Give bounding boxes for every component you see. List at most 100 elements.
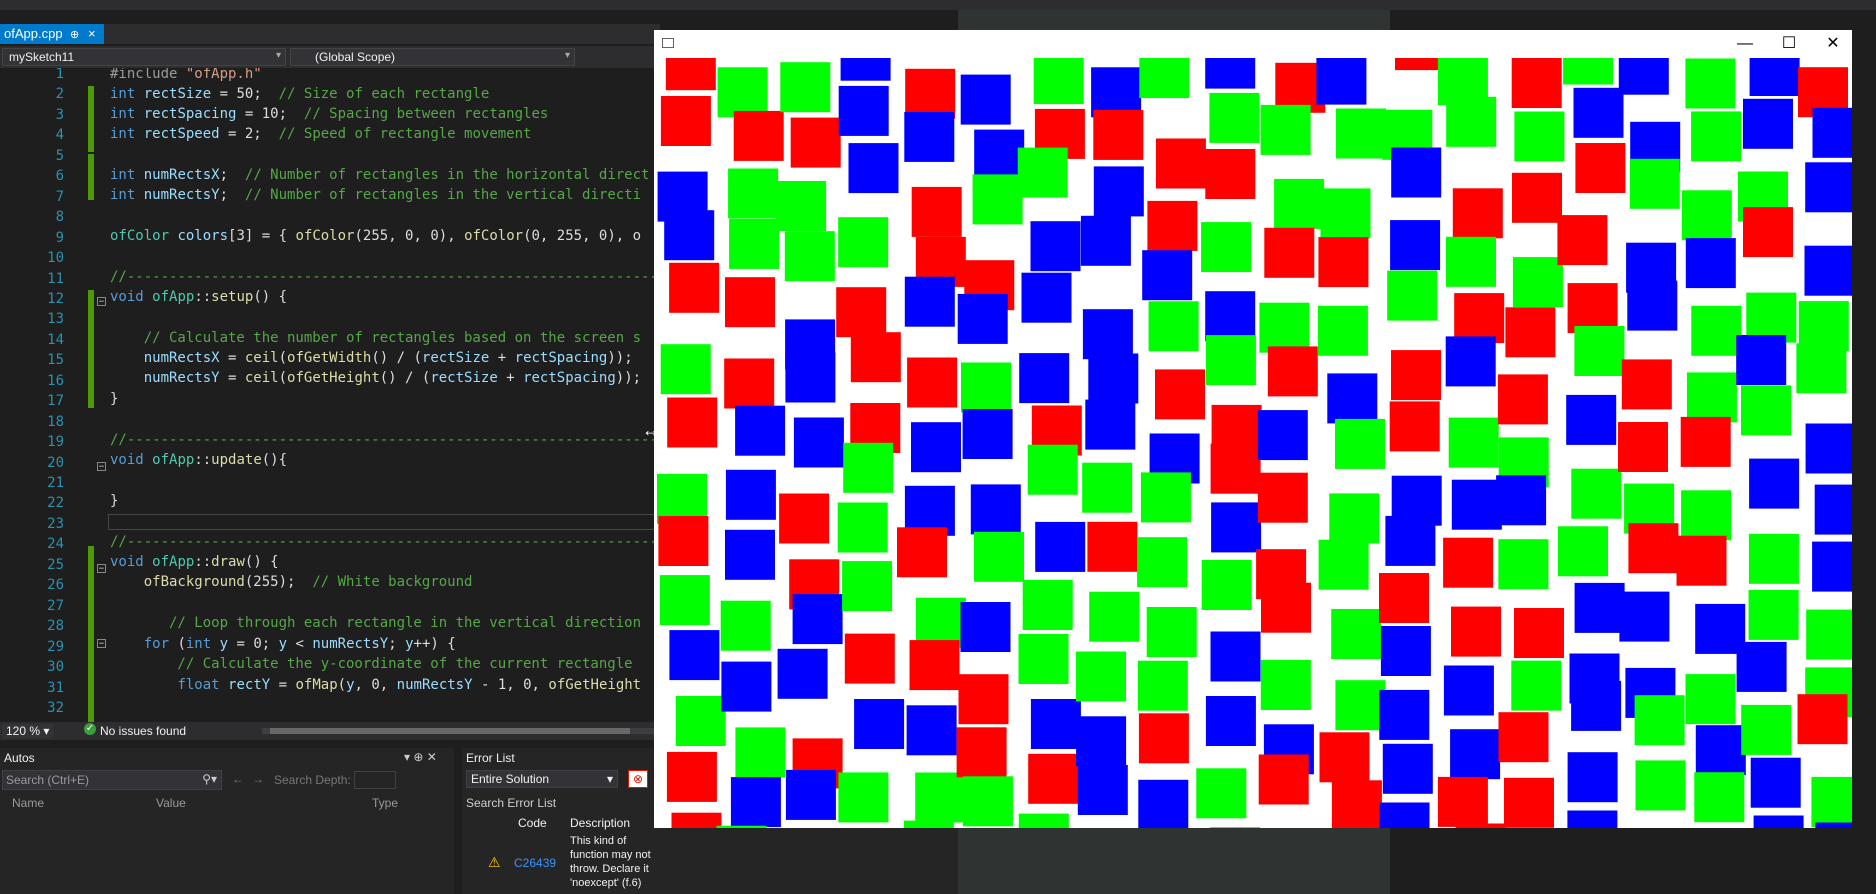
rectangle xyxy=(1155,138,1206,189)
forward-arrow-icon[interactable]: → xyxy=(252,772,264,786)
rectangle xyxy=(1147,200,1198,251)
rectangle xyxy=(730,777,781,828)
scrollbar-thumb[interactable] xyxy=(270,728,630,734)
rectangle xyxy=(1331,609,1382,659)
fold-toggle-icon[interactable]: − xyxy=(97,639,106,649)
pin-icon[interactable]: ⊕ xyxy=(70,28,79,41)
zoom-level: 120 % xyxy=(6,724,41,738)
rectangle xyxy=(1811,776,1852,827)
scope-dropdown[interactable]: Entire Solution ▾ xyxy=(466,770,618,788)
code-editor[interactable]: 1 2 3 4 5 6 7 8 9 10 11 12 13 14 15 16 17 18 19 20 21 22 23 24 2… xyxy=(0,68,656,722)
search-icon[interactable]: ⚲▾ xyxy=(202,772,217,786)
line-number: 32 xyxy=(47,699,64,716)
panel-menu-icon[interactable]: ▾ ⊕ ✕ xyxy=(404,750,437,764)
line-number: 4 xyxy=(55,127,64,144)
rectangle xyxy=(838,85,889,136)
rectangle xyxy=(1748,589,1799,640)
rectangle xyxy=(1567,752,1618,803)
rectangle xyxy=(1512,172,1562,223)
rectangle xyxy=(1380,626,1431,676)
line-number: 22 xyxy=(47,495,64,512)
rectangle xyxy=(1080,215,1131,266)
rectangle xyxy=(671,812,722,828)
zoom-dropdown[interactable]: 120 % ▾ xyxy=(2,724,54,738)
project-dropdown[interactable]: mySketch11 ▾ xyxy=(2,48,286,66)
line-number: 15 xyxy=(47,352,64,369)
close-button[interactable]: ✕ xyxy=(1812,32,1854,56)
rectangle xyxy=(1574,326,1625,376)
error-list-title: Error List xyxy=(466,751,515,765)
rectangle xyxy=(1618,58,1669,95)
rectangle xyxy=(721,661,772,712)
rectangle xyxy=(837,502,888,553)
rectangle xyxy=(1391,350,1441,401)
rectangle xyxy=(784,231,835,282)
rectangle xyxy=(1320,188,1371,239)
column-value[interactable]: Value xyxy=(156,796,186,810)
table-row[interactable]: ⚠ C26439 This kind of function may not t… xyxy=(482,832,952,892)
column-code[interactable]: Code xyxy=(518,816,547,830)
rectangle xyxy=(1259,302,1310,353)
rectangle xyxy=(1753,815,1804,828)
rectangle xyxy=(733,110,784,161)
change-margin xyxy=(88,154,94,200)
rectangle xyxy=(1257,410,1308,461)
column-name[interactable]: Name xyxy=(12,796,44,810)
fold-toggle-icon[interactable]: − xyxy=(97,564,106,574)
line-number: 24 xyxy=(47,536,64,553)
rectangle xyxy=(903,820,954,828)
close-icon[interactable]: × xyxy=(88,26,96,41)
rectangle xyxy=(1736,641,1787,692)
rectangle xyxy=(1446,236,1496,287)
chevron-down-icon: ▾ xyxy=(275,50,281,61)
column-type[interactable]: Type xyxy=(372,796,398,810)
issues-status[interactable]: No issues found xyxy=(100,724,186,738)
rectangle xyxy=(1391,147,1442,198)
code-line-3: int rectSpacing = 10; // Spacing between… xyxy=(110,106,549,122)
rectangle xyxy=(974,531,1024,582)
rectangle xyxy=(1686,372,1737,423)
search-depth-dropdown[interactable] xyxy=(354,771,396,789)
rectangle xyxy=(665,58,716,91)
rectangle xyxy=(1741,704,1792,755)
minimize-button[interactable]: — xyxy=(1724,32,1766,56)
back-arrow-icon[interactable]: ← xyxy=(232,772,244,786)
rectangle xyxy=(911,422,961,473)
rectangle xyxy=(915,772,966,823)
fold-toggle-icon[interactable]: − xyxy=(97,462,106,472)
rectangle xyxy=(1390,220,1441,271)
rectangle xyxy=(1082,462,1133,513)
search-error-list[interactable]: Search Error List xyxy=(466,796,556,810)
rectangle xyxy=(1260,660,1311,710)
errors-filter-icon[interactable]: ⊗ xyxy=(628,770,648,788)
horizontal-scrollbar[interactable] xyxy=(262,728,656,734)
line-number: 6 xyxy=(55,168,64,185)
fold-toggle-icon[interactable]: − xyxy=(97,297,106,307)
line-number: 29 xyxy=(47,638,64,655)
tab-label: ofApp.cpp xyxy=(4,26,63,41)
rectangle xyxy=(1511,58,1562,108)
rectangle xyxy=(1496,475,1547,526)
rectangle xyxy=(1628,523,1679,574)
scope-dropdown[interactable]: (Global Scope) ▾ xyxy=(290,48,575,66)
tab-ofapp-cpp[interactable]: ofApp.cpp ⊕ × xyxy=(0,24,104,44)
search-input[interactable]: Search (Ctrl+E) ⚲▾ xyxy=(2,770,222,790)
line-number: 17 xyxy=(47,393,64,410)
rectangle xyxy=(1571,468,1622,519)
rectangle xyxy=(790,117,841,168)
rectangle xyxy=(1573,87,1624,138)
maximize-button[interactable]: ☐ xyxy=(1768,32,1810,56)
column-description[interactable]: Description xyxy=(570,816,630,830)
line-number: 26 xyxy=(47,577,64,594)
rectangle xyxy=(1691,305,1742,356)
rectangle xyxy=(1382,743,1433,794)
error-code[interactable]: C26439 xyxy=(514,856,556,870)
rectangle xyxy=(1815,822,1852,828)
sketch-canvas[interactable] xyxy=(654,58,1852,828)
rectangle xyxy=(854,699,905,749)
autos-title: Autos xyxy=(4,751,35,765)
rectangle xyxy=(1505,307,1556,358)
rectangle xyxy=(1574,582,1625,633)
rectangle xyxy=(1379,802,1430,828)
rectangle xyxy=(1685,58,1736,109)
